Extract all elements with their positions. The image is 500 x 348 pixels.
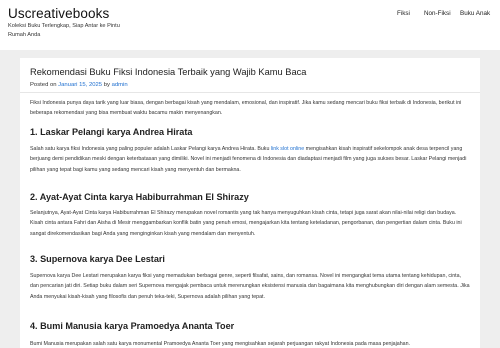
post-meta: Posted on Januari 15, 2025 by admin (30, 82, 128, 88)
divider (20, 92, 480, 93)
nav-item-fiksi[interactable]: Fiksi (397, 10, 410, 17)
section-paragraph-2: Selanjutnya, Ayat-Ayat Cinta karya Habib… (30, 210, 462, 237)
section-heading-2: 2. Ayat-Ayat Cinta karya Habiburrahman E… (30, 192, 249, 202)
nav-item-buku-anak[interactable]: Buku Anak (460, 10, 490, 17)
by-label: by (103, 82, 110, 88)
intro-paragraph: Fiksi Indonesia punya daya tarik yang lu… (30, 100, 462, 117)
slot-online-link[interactable]: link slot online (271, 146, 304, 152)
posted-on-label: Posted on (30, 82, 57, 88)
site-header: Uscreativebooks Koleksi Buku Terlengkap,… (0, 0, 500, 50)
post-title: Rekomendasi Buku Fiksi Indonesia Terbaik… (30, 67, 307, 77)
section-paragraph-4: Bumi Manusia merupakan salah satu karya … (30, 341, 411, 347)
post-article: Rekomendasi Buku Fiksi Indonesia Terbaik… (20, 58, 480, 348)
section-1-text-before: Salah satu karya fiksi Indonesia yang pa… (30, 146, 270, 152)
post-author-link[interactable]: admin (112, 82, 128, 88)
section-heading-3: 3. Supernova karya Dee Lestari (30, 254, 165, 264)
section-heading-1: 1. Laskar Pelangi karya Andrea Hirata (30, 127, 193, 137)
section-heading-4: 4. Bumi Manusia karya Pramoedya Ananta T… (30, 321, 235, 331)
section-paragraph-1: Salah satu karya fiksi Indonesia yang pa… (30, 144, 470, 175)
site-title[interactable]: Uscreativebooks (8, 6, 109, 21)
section-paragraph-3: Supernova karya Dee Lestari merupakan ka… (30, 273, 470, 300)
nav-item-non-fiksi[interactable]: Non-Fiksi (424, 10, 451, 17)
post-date-link[interactable]: Januari 15, 2025 (58, 82, 102, 88)
site-tagline: Koleksi Buku Terlengkap, Siap Antar ke P… (8, 23, 120, 38)
